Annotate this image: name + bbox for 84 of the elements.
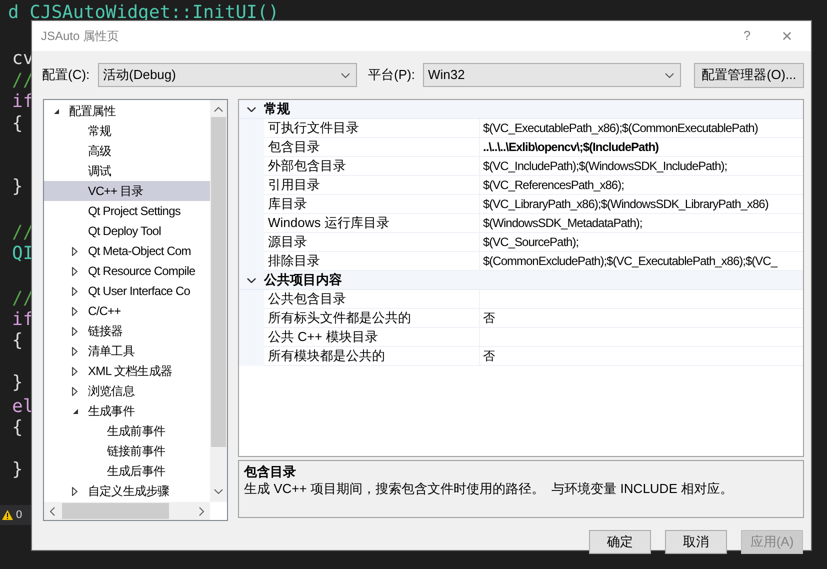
property-name[interactable]: 公共 C++ 模块目录 xyxy=(264,328,480,347)
property-value[interactable]: $(VC_ExecutablePath_x86);$(CommonExecutablePath) xyxy=(480,119,803,138)
tree-item[interactable]: Qt User Interface Co xyxy=(44,281,210,301)
property-name[interactable]: 所有模块都是公共的 xyxy=(264,347,480,366)
code-text: if xyxy=(12,91,34,113)
property-value[interactable]: $(VC_LibraryPath_x86);$(WindowsSDK_LibraryPath_x86) xyxy=(480,195,803,214)
property-name[interactable]: 包含目录 xyxy=(264,138,480,157)
code-text: } xyxy=(12,459,23,481)
tree-item[interactable]: VC++ 目录 xyxy=(44,181,210,201)
code-text: // xyxy=(12,288,34,310)
description-title: 包含目录 xyxy=(244,463,297,480)
horizontal-scrollbar[interactable] xyxy=(44,502,210,520)
tree-item[interactable]: Qt Project Settings xyxy=(44,201,210,221)
property-name[interactable]: Windows 运行库目录 xyxy=(264,214,480,233)
scroll-up-icon[interactable] xyxy=(214,107,223,112)
code-text: // xyxy=(12,222,34,244)
tree-item[interactable]: 高级 xyxy=(44,141,210,161)
description-text: 生成 VC++ 项目期间，搜索包含文件时使用的路径。 与环境变量 INCLUDE 相对应。 xyxy=(244,480,734,497)
code-text: { xyxy=(12,330,23,352)
property-name[interactable]: 引用目录 xyxy=(264,176,480,195)
tree-item[interactable]: 生成后事件 xyxy=(44,461,210,481)
code-text: { xyxy=(12,417,23,439)
code-text: QI xyxy=(12,243,34,265)
scroll-down-icon[interactable] xyxy=(214,489,223,494)
window-title: JSAuto 属性页 xyxy=(41,28,120,45)
code-text: } xyxy=(12,176,23,198)
code-text: } xyxy=(12,372,23,394)
tree-item[interactable]: C/C++ xyxy=(44,301,210,321)
property-value[interactable]: $(WindowsSDK_MetadataPath); xyxy=(480,214,803,233)
category-header[interactable]: 公共项目内容 xyxy=(239,271,803,290)
property-value[interactable]: $(CommonExcludePath);$(VC_ExecutablePath_x86);$(VC_ xyxy=(480,252,803,271)
property-value[interactable]: 否 xyxy=(480,347,803,366)
property-value[interactable]: $(VC_SourcePath); xyxy=(480,233,803,252)
scroll-thumb[interactable] xyxy=(62,503,169,519)
tree-item[interactable]: 清单工具 xyxy=(44,341,210,361)
tree-item[interactable]: 链接前事件 xyxy=(44,441,210,461)
code-text: // xyxy=(12,70,34,92)
tree-item[interactable]: 链接器 xyxy=(44,321,210,341)
warning-icon xyxy=(2,510,13,520)
platform-dropdown[interactable]: Win32 xyxy=(423,63,681,87)
scroll-left-icon[interactable] xyxy=(50,507,55,516)
close-button[interactable]: × xyxy=(767,22,807,50)
property-name[interactable]: 公共包含目录 xyxy=(264,290,480,309)
property-value[interactable]: $(VC_IncludePath);$(WindowsSDK_IncludePath); xyxy=(480,157,803,176)
property-name[interactable]: 外部包含目录 xyxy=(264,157,480,176)
property-value[interactable]: 否 xyxy=(480,309,803,328)
chevron-down-icon[interactable] xyxy=(247,106,256,112)
warning-count: 0 xyxy=(16,508,22,523)
tree-item[interactable]: XML 文档生成器 xyxy=(44,361,210,381)
config-manager-button[interactable]: 配置管理器(O)... xyxy=(694,62,804,88)
tree-item[interactable]: Qt Deploy Tool xyxy=(44,221,210,241)
tree-item[interactable]: 调试 xyxy=(44,161,210,181)
tree-item[interactable]: 常规 xyxy=(44,121,210,141)
property-value[interactable]: ..\..\..\Exlib\opencv\;$(IncludePath) xyxy=(480,138,803,157)
tree-item[interactable]: Qt Meta-Object Com xyxy=(44,241,210,261)
scroll-right-icon[interactable] xyxy=(199,507,204,516)
chevron-down-icon xyxy=(341,72,350,78)
config-dropdown[interactable]: 活动(Debug) xyxy=(98,63,357,87)
platform-label: 平台(P): xyxy=(368,66,416,84)
property-name[interactable]: 可执行文件目录 xyxy=(264,119,480,138)
category-header[interactable]: 常规 xyxy=(239,100,803,119)
tree-item[interactable]: 生成事件 xyxy=(44,401,210,421)
dialog-button[interactable]: 取消 xyxy=(665,530,727,554)
dialog-button[interactable]: 确定 xyxy=(589,530,651,554)
chevron-down-icon xyxy=(665,72,674,78)
property-value[interactable]: $(VC_ReferencesPath_x86); xyxy=(480,176,803,195)
property-name[interactable]: 所有标头文件都是公共的 xyxy=(264,309,480,328)
config-label: 配置(C): xyxy=(42,66,91,84)
tree-item[interactable]: 配置属性 xyxy=(44,101,210,121)
help-button[interactable]: ? xyxy=(727,26,767,46)
tree-item[interactable]: 生成前事件 xyxy=(44,421,210,441)
tree-item[interactable]: 浏览信息 xyxy=(44,381,210,401)
vertical-scrollbar[interactable] xyxy=(210,100,227,502)
code-text: d CJSAutoWidget::InitUI() xyxy=(8,2,279,24)
property-name[interactable]: 源目录 xyxy=(264,233,480,252)
code-text: if xyxy=(12,309,34,331)
chevron-down-icon[interactable] xyxy=(247,278,256,282)
tree-item[interactable]: Qt Resource Compile xyxy=(44,261,210,281)
property-name[interactable]: 排除目录 xyxy=(264,252,480,271)
code-text: el xyxy=(12,396,34,418)
property-name[interactable]: 库目录 xyxy=(264,195,480,214)
code-text: { xyxy=(12,113,23,135)
tree-item[interactable]: 自定义生成步骤 xyxy=(44,481,210,501)
scroll-thumb[interactable] xyxy=(211,117,226,447)
